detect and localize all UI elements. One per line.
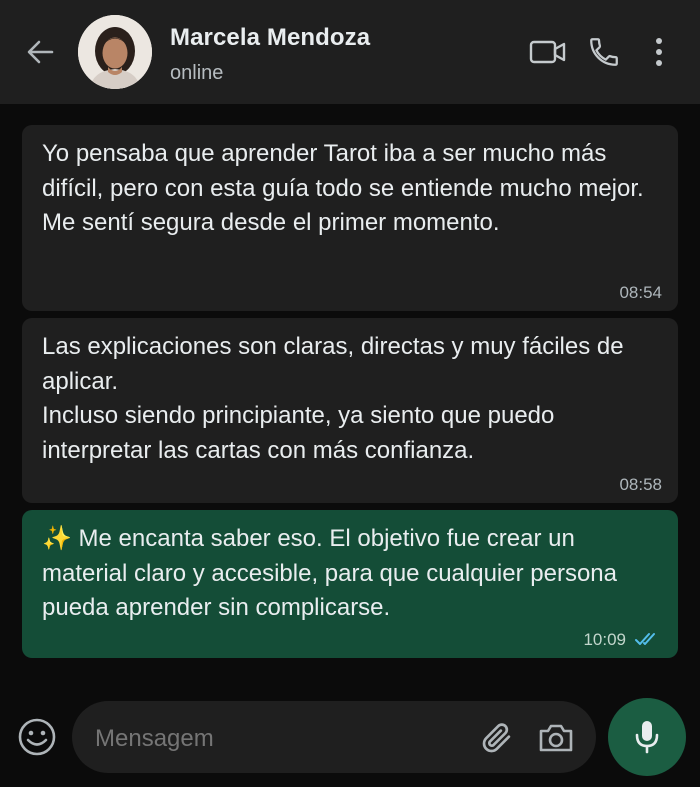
voice-call-button[interactable] (584, 32, 624, 72)
emoji-icon (18, 718, 56, 756)
message-time: 10:09 (583, 630, 626, 649)
message-text: Yo pensaba que aprender Tarot iba a ser … (42, 140, 644, 236)
outgoing-message[interactable]: ✨ Me encanta saber eso. El objetivo fue … (22, 510, 678, 658)
read-receipt-icon (635, 633, 655, 645)
contact-photo (78, 15, 152, 89)
message-list[interactable]: Yo pensaba que aprender Tarot iba a ser … (0, 104, 700, 686)
voice-message-button[interactable] (608, 698, 686, 776)
back-button[interactable] (22, 34, 58, 70)
avatar[interactable] (78, 15, 152, 89)
message-time: 08:54 (619, 283, 662, 302)
more-options-button[interactable] (644, 34, 674, 70)
paperclip-icon (482, 723, 511, 753)
message-time: 08:58 (619, 475, 662, 494)
microphone-icon (635, 721, 659, 754)
message-text: ✨ Me encanta saber eso. El objetivo fue … (42, 525, 617, 621)
incoming-message[interactable]: Las explicaciones son claras, directas y… (22, 318, 678, 503)
video-camera-icon (529, 40, 566, 64)
chat-header: Marcela Mendoza online (0, 0, 700, 104)
arrow-left-icon (27, 40, 54, 64)
emoji-button[interactable] (16, 716, 58, 758)
attach-button[interactable] (478, 718, 516, 758)
video-call-button[interactable] (528, 33, 568, 71)
more-vertical-icon (656, 38, 662, 66)
incoming-message[interactable]: Yo pensaba que aprender Tarot iba a ser … (22, 125, 678, 311)
message-text: Las explicaciones son claras, directas y… (42, 333, 624, 464)
camera-button[interactable] (536, 720, 576, 756)
contact-status: online (170, 62, 224, 84)
message-input[interactable] (93, 724, 457, 754)
contact-name[interactable]: Marcela Mendoza (170, 24, 370, 52)
camera-icon (539, 724, 573, 752)
composer-bar (0, 686, 700, 787)
phone-icon (590, 38, 618, 66)
